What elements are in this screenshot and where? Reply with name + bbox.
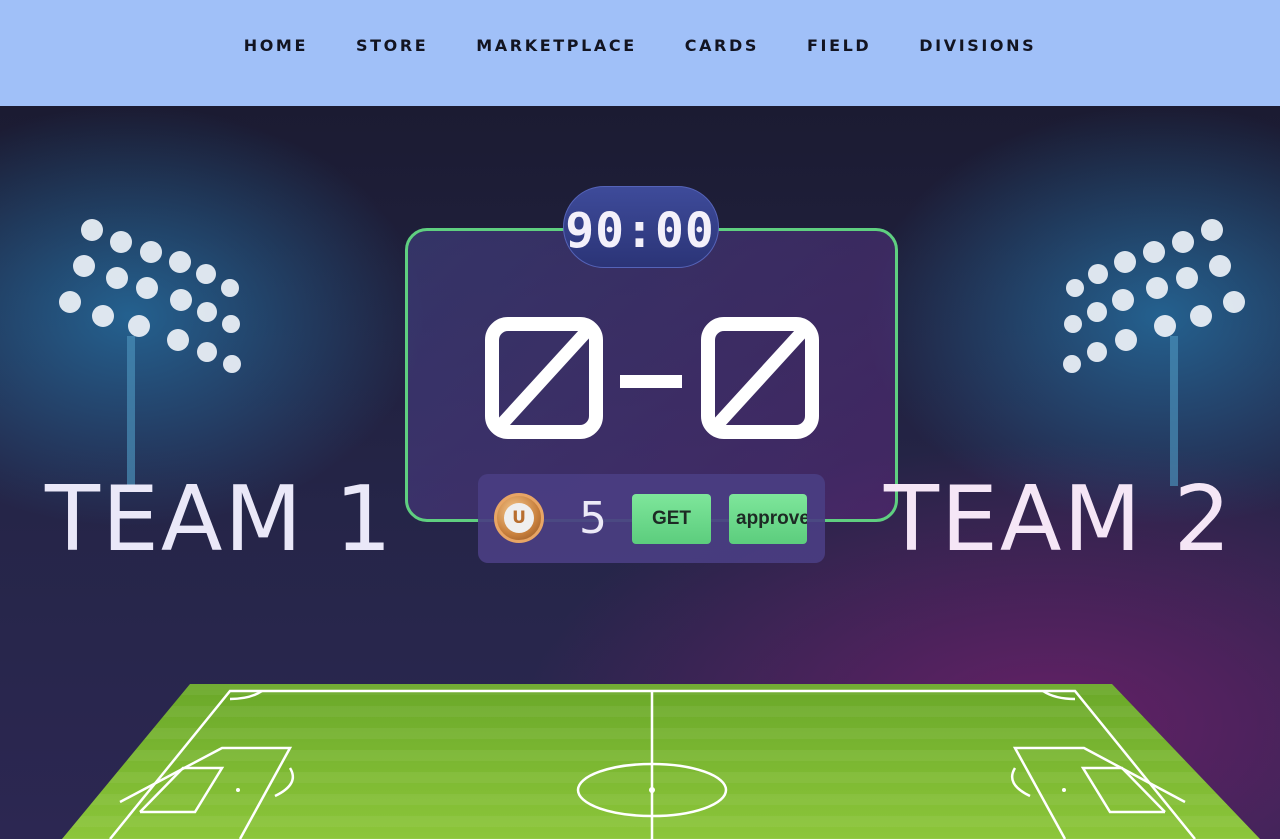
top-nav: HOME STORE MARKETPLACE CARDS FIELD DIVIS… [0,0,1280,106]
score-separator [620,375,682,388]
nav-store[interactable]: STORE [356,36,428,55]
nav-cards[interactable]: CARDS [685,36,759,55]
nav-home[interactable]: HOME [244,36,308,55]
home-score [485,317,603,439]
coin-icon: U [494,493,544,543]
away-score [701,317,819,439]
token-count: 5 [579,493,607,544]
get-button[interactable]: GET [632,494,711,544]
approve-button[interactable]: approve [729,494,807,544]
away-score-text: 0 [480,312,481,313]
football-pitch [62,684,1260,839]
nav-marketplace[interactable]: MARKETPLACE [476,36,636,55]
match-timer: 90:00 [565,203,715,259]
nav-field[interactable]: FIELD [807,36,871,55]
team-1-name: TEAM 1 [45,467,394,572]
nav-divisions[interactable]: DIVISIONS [919,36,1036,55]
team-2-name: TEAM 2 [884,467,1233,572]
score-display: 0 - 0 [480,312,819,439]
coin-letter: U [504,503,534,533]
